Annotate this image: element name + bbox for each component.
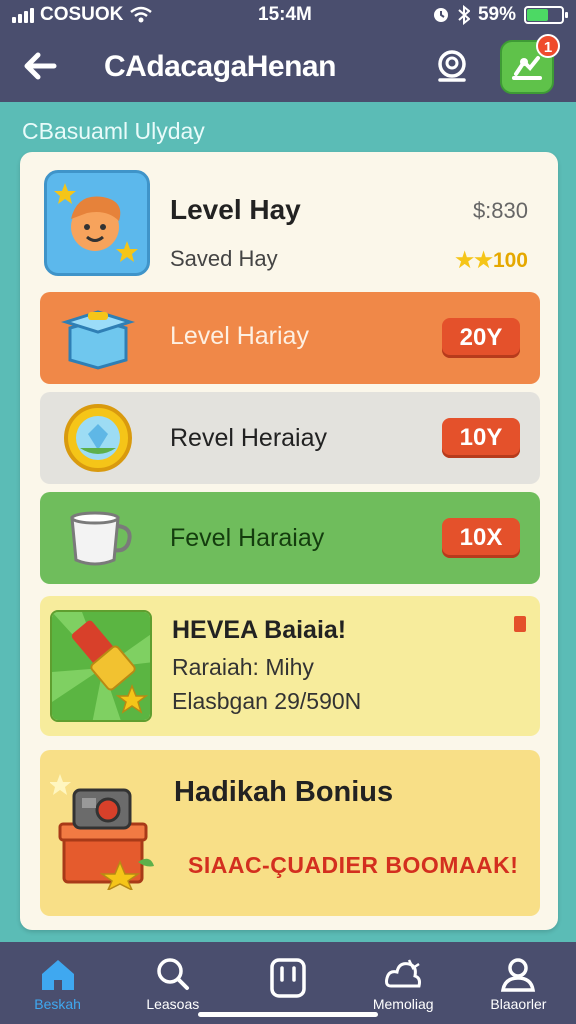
nav-home[interactable]: Beskah xyxy=(0,942,115,1024)
nav-label: Beskah xyxy=(34,996,81,1012)
promo-detail: Raraiah: Mihy xyxy=(172,654,314,680)
character-face-icon xyxy=(54,183,138,262)
back-button[interactable] xyxy=(20,46,60,86)
reward-badge[interactable]: 10Y xyxy=(442,418,520,458)
nav-label: Blaaorler xyxy=(490,996,547,1012)
clock: 15:4M xyxy=(258,4,312,25)
level-card[interactable]: Level Hay Saved Hay $:830 ★★100 xyxy=(44,170,538,290)
reward-row[interactable]: Level Hariay 20Y xyxy=(40,292,540,384)
battery-percent: 59% xyxy=(477,4,516,25)
rewards-panel: Level Hay Saved Hay $:830 ★★100 Level Ha… xyxy=(20,152,558,930)
price-label: $:830 xyxy=(472,198,528,223)
section-label: CBasuaml Ulyday xyxy=(22,118,205,144)
level-title: Level Hay xyxy=(170,194,301,225)
mug-icon xyxy=(70,511,132,566)
user-icon xyxy=(501,958,536,992)
search-icon xyxy=(157,958,189,990)
app-header: CAdacagaHenan 1 xyxy=(0,30,576,102)
carrier-label: COSUOK xyxy=(40,4,124,25)
bonus-cta[interactable]: SIAAC-ÇUADIER BOOMAAK! xyxy=(188,852,518,879)
level-subtitle: Saved Hay xyxy=(170,246,278,271)
flashlight-icon xyxy=(52,612,150,720)
avatar xyxy=(44,170,150,276)
profile-icon xyxy=(438,50,466,82)
notification-badge: 1 xyxy=(536,34,560,58)
promo-title: HEVEA Baiaia! xyxy=(172,616,347,644)
promo-image xyxy=(50,610,152,722)
reward-badge[interactable]: 10X xyxy=(442,518,520,558)
nav-profile[interactable]: Blaaorler xyxy=(461,942,576,1024)
gift-box-icon xyxy=(50,774,154,890)
promo-expiry: Elasbgan 29/590N xyxy=(172,688,362,714)
reward-row[interactable]: Fevel Haraiay 10X xyxy=(40,492,540,584)
profile-button[interactable] xyxy=(432,46,472,86)
reward-badge[interactable]: 20Y xyxy=(442,318,520,358)
bluetooth-icon xyxy=(458,5,470,25)
shop-button[interactable]: 1 xyxy=(500,34,560,94)
cloud-bell-icon xyxy=(385,959,422,988)
nav-label: Memoliag xyxy=(372,996,434,1012)
battery-icon xyxy=(524,6,568,24)
reward-row[interactable]: Revel Heraiay 10Y xyxy=(40,392,540,484)
page-title: CAdacagaHenan xyxy=(104,50,336,83)
star-count-value: 100 xyxy=(492,249,528,272)
alarm-icon xyxy=(433,8,448,22)
bonus-title: Hadikah Bonius xyxy=(174,776,394,808)
star-icon: ★★ xyxy=(455,249,493,272)
home-icon xyxy=(41,960,74,990)
star-count: ★★100 xyxy=(455,248,528,273)
status-bar: COSUOK 15:4M 59% xyxy=(0,0,576,30)
reward-label: Fevel Haraiay xyxy=(170,524,325,552)
reward-label: Revel Heraiay xyxy=(170,424,328,452)
gem-badge-icon xyxy=(64,404,132,472)
nav-label: Leasoas xyxy=(146,996,200,1012)
bookmark-icon[interactable] xyxy=(514,616,526,632)
bonus-card[interactable]: Hadikah Bonius SIAAC-ÇUADIER BOOMAAK! xyxy=(40,750,540,916)
signal-icon xyxy=(12,7,34,23)
home-indicator[interactable] xyxy=(198,1012,378,1017)
promo-card[interactable]: HEVEA Baiaia! Raraiah: Mihy Elasbgan 29/… xyxy=(40,596,540,736)
box-icon xyxy=(60,310,136,370)
bag-icon xyxy=(270,958,306,998)
wifi-icon xyxy=(130,6,153,23)
arrow-left-icon xyxy=(24,52,57,80)
reward-label: Level Hariay xyxy=(170,322,309,350)
